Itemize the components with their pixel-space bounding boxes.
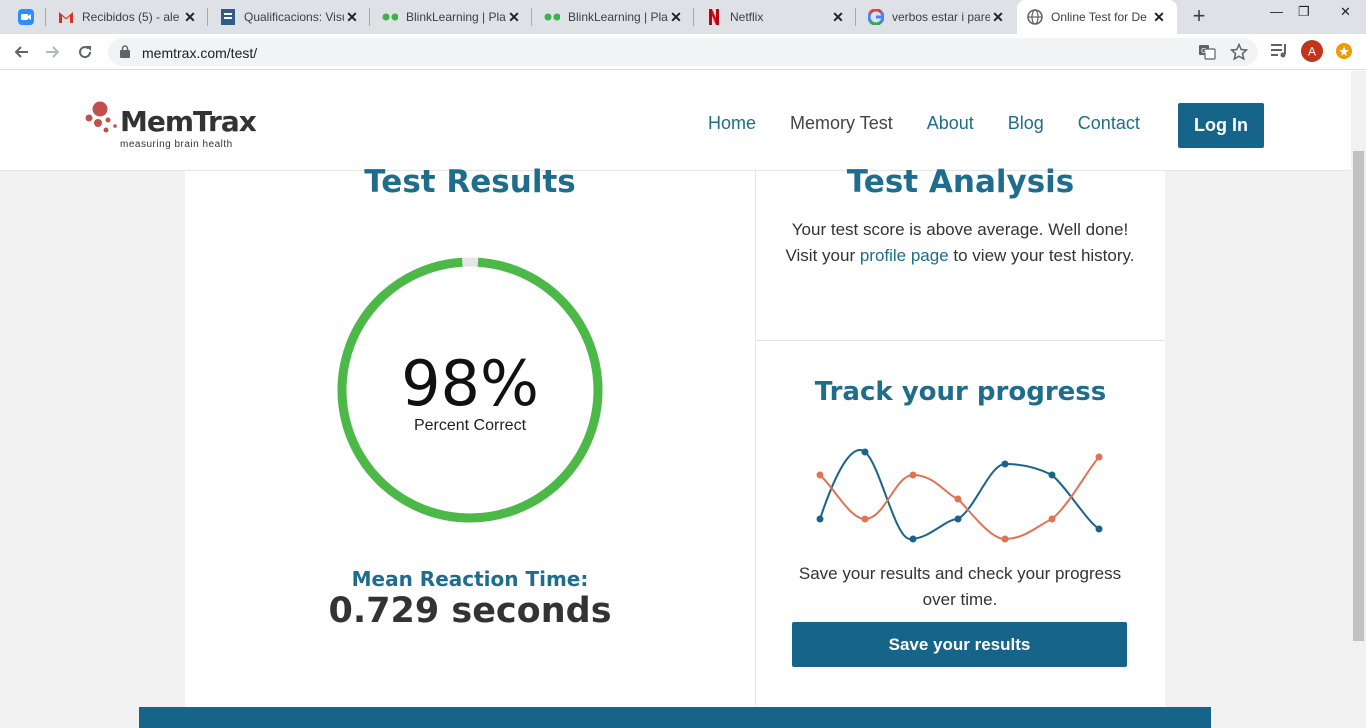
new-tab-button[interactable]: + xyxy=(1188,5,1210,28)
globe-icon xyxy=(1027,9,1043,25)
nav-memory-test[interactable]: Memory Test xyxy=(790,113,893,134)
google-icon xyxy=(868,9,884,25)
logo-wordmark: MemTrax xyxy=(120,105,257,138)
scrollbar-thumb[interactable] xyxy=(1353,151,1364,641)
wave-line-blue xyxy=(819,449,1100,541)
back-icon[interactable] xyxy=(10,41,32,63)
footer-band xyxy=(139,707,1211,728)
url-text: memtrax.com/test/ xyxy=(142,45,258,61)
track-progress-title: Track your progress xyxy=(814,377,1107,407)
close-icon[interactable]: ✕ xyxy=(182,9,198,26)
tab-blinklearning-2[interactable]: BlinkLearning | Pla ✕ xyxy=(534,0,694,34)
memtrax-logo[interactable]: MemTrax measuring brain health xyxy=(84,99,257,151)
profile-avatar[interactable]: A xyxy=(1301,40,1323,67)
tab-online-test[interactable]: Online Test for De ✕ xyxy=(1017,0,1177,34)
nav-about[interactable]: About xyxy=(927,113,974,134)
close-icon[interactable]: ✕ xyxy=(830,9,846,26)
nav-home[interactable]: Home xyxy=(708,113,756,134)
section-divider xyxy=(756,340,1165,341)
mean-reaction-time-label: Mean Reaction Time: xyxy=(351,567,589,591)
extension-icon[interactable] xyxy=(1336,43,1352,64)
minimize-icon[interactable]: — xyxy=(1270,4,1283,19)
save-results-button[interactable]: Save your results xyxy=(792,622,1127,667)
login-button[interactable]: Log In xyxy=(1178,103,1264,148)
close-icon[interactable]: ✕ xyxy=(1151,9,1167,26)
page-viewport: MemTrax measuring brain health Home Memo… xyxy=(0,71,1366,728)
mean-reaction-time-value: 0.729 seconds xyxy=(328,591,612,631)
tab-blinklearning-1[interactable]: BlinkLearning | Pla ✕ xyxy=(372,0,532,34)
window-close-icon[interactable]: ✕ xyxy=(1340,4,1351,20)
close-icon[interactable]: ✕ xyxy=(506,9,522,26)
nav-blog[interactable]: Blog xyxy=(1008,113,1044,134)
test-analysis-title: Test Analysis xyxy=(846,164,1075,200)
scrollbar[interactable] xyxy=(1351,71,1366,728)
logo-dots-icon xyxy=(85,101,117,133)
zoom-icon xyxy=(18,9,34,25)
close-icon[interactable]: ✕ xyxy=(668,9,684,26)
close-icon[interactable]: ✕ xyxy=(344,9,360,26)
blinklearning-icon xyxy=(382,9,398,25)
restore-icon[interactable]: ❐ xyxy=(1298,4,1310,20)
main-nav: Home Memory Test About Blog Contact xyxy=(708,113,1174,134)
bookmark-star-icon[interactable] xyxy=(1229,42,1249,66)
column-divider xyxy=(755,171,756,728)
tab-zoom[interactable] xyxy=(8,0,46,34)
media-queue-icon[interactable] xyxy=(1270,41,1288,64)
logo-tagline: measuring brain health xyxy=(120,139,233,150)
analysis-message: Your test score is above average. Well d… xyxy=(791,220,1129,239)
document-icon xyxy=(220,9,236,25)
save-results-text: Save your results and check your progres… xyxy=(798,564,1122,609)
translate-icon[interactable]: G xyxy=(1198,43,1216,66)
svg-text:G: G xyxy=(1201,47,1206,55)
svg-text:A: A xyxy=(1308,45,1316,59)
profile-page-link[interactable]: profile page xyxy=(860,246,949,265)
reload-icon[interactable] xyxy=(74,41,96,63)
site-header: MemTrax measuring brain health Home Memo… xyxy=(0,71,1351,171)
gmail-icon xyxy=(58,9,74,25)
close-icon[interactable]: ✕ xyxy=(990,9,1006,26)
analysis-text: Your test score is above average. Well d… xyxy=(785,220,1135,265)
test-results-title: Test Results xyxy=(364,164,576,200)
browser-toolbar: memtrax.com/test/ G A xyxy=(0,34,1366,70)
tab-gmail[interactable]: Recibidos (5) - ale ✕ xyxy=(48,0,208,34)
blinklearning-icon xyxy=(544,9,560,25)
tab-netflix[interactable]: Netflix ✕ xyxy=(696,0,856,34)
percent-correct-value: 98% xyxy=(401,347,539,420)
address-bar[interactable]: memtrax.com/test/ G xyxy=(108,38,1258,66)
tab-google[interactable]: verbos estar i pare ✕ xyxy=(858,0,1016,34)
nav-contact[interactable]: Contact xyxy=(1078,113,1140,134)
lock-icon xyxy=(120,45,130,63)
forward-icon[interactable] xyxy=(42,41,64,63)
netflix-icon xyxy=(706,9,722,25)
percent-correct-label: Percent Correct xyxy=(413,417,527,434)
tab-qualificacions[interactable]: Qualificacions: Visu ✕ xyxy=(210,0,370,34)
results-card: Test Results 98% Percent Correct Mean Re… xyxy=(185,164,1165,728)
progress-wave-illustration xyxy=(816,448,1103,543)
browser-tab-strip: Recibidos (5) - ale ✕ Qualificacions: Vi… xyxy=(0,0,1366,34)
